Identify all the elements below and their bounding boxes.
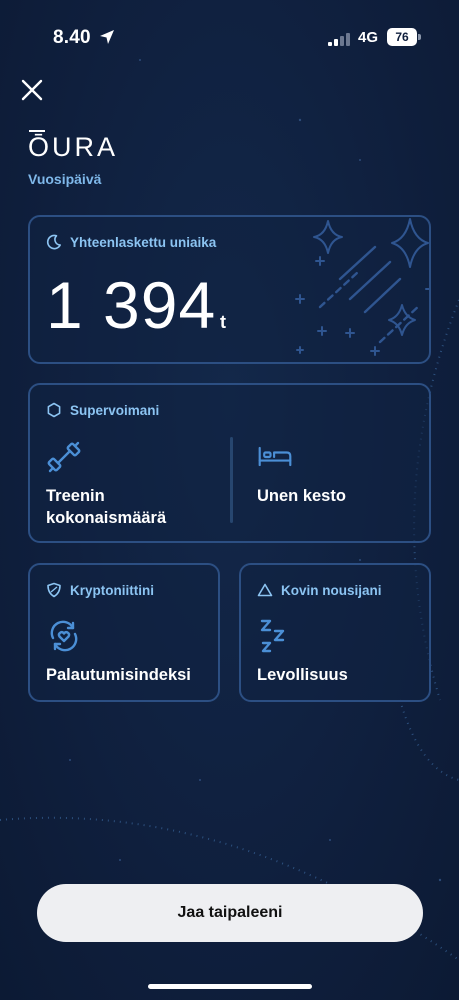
total-sleep-header: Yhteenlaskettu uniaika (46, 234, 216, 250)
battery-nub (418, 34, 421, 40)
biggest-riser-title: Kovin nousijani (281, 582, 382, 598)
share-journey-button[interactable]: Jaa taipaleeni (37, 884, 423, 942)
location-arrow-icon (100, 30, 114, 44)
app-screen: 8.40 4G 76 ŌURA Vuosipäivä Yhteenlaskett… (0, 0, 459, 1000)
moon-icon (46, 234, 61, 250)
battery-icon: 76 (387, 28, 417, 46)
status-bar: 8.40 4G 76 (0, 0, 459, 76)
biggest-riser-header: Kovin nousijani (257, 582, 382, 598)
total-sleep-unit: t (220, 312, 226, 332)
home-indicator[interactable] (148, 984, 312, 989)
close-icon[interactable] (18, 76, 46, 104)
kryptonite-label: Palautumisindeksi (46, 666, 191, 684)
kryptonite-title: Kryptoniittini (70, 582, 154, 598)
shield-icon (47, 582, 61, 598)
network-label: 4G (358, 29, 379, 46)
triangle-icon (257, 583, 273, 597)
hexagon-icon (47, 402, 61, 418)
page-subtitle: Vuosipäivä (28, 171, 102, 187)
biggest-riser-label: Levollisuus (257, 666, 348, 684)
oura-logo: ŌURA (28, 132, 119, 162)
heart-cycle-icon (50, 620, 78, 652)
status-time: 8.40 (53, 27, 91, 48)
dumbbell-icon (47, 441, 81, 473)
biggest-riser-card: Kovin nousijani Levollisuus (239, 563, 431, 702)
superpowers-header: Supervoimani (46, 402, 159, 418)
total-sleep-title: Yhteenlaskettu uniaika (70, 234, 217, 250)
bed-icon (258, 446, 292, 467)
share-journey-label: Jaa taipaleeni (177, 904, 283, 921)
total-sleep-card: Yhteenlaskettu uniaika 1 394 t (28, 215, 431, 364)
total-sleep-value: 1 394 (46, 268, 217, 342)
battery-level: 76 (395, 30, 409, 44)
zzz-icon (260, 619, 285, 653)
signal-icon (328, 33, 350, 46)
superpower-label-workout: Treenin kokonaismäärä (46, 487, 167, 527)
stars-decoration (295, 218, 429, 356)
superpowers-divider (230, 437, 233, 523)
kryptonite-header: Kryptoniittini (46, 582, 154, 598)
kryptonite-card: Kryptoniittini Palautumisindeksi (28, 563, 220, 702)
superpower-label-sleep-duration: Unen kesto (257, 487, 346, 505)
superpowers-card: Supervoimani Treenin kokonaismäärä Unen … (28, 383, 431, 543)
superpowers-title: Supervoimani (70, 402, 160, 418)
